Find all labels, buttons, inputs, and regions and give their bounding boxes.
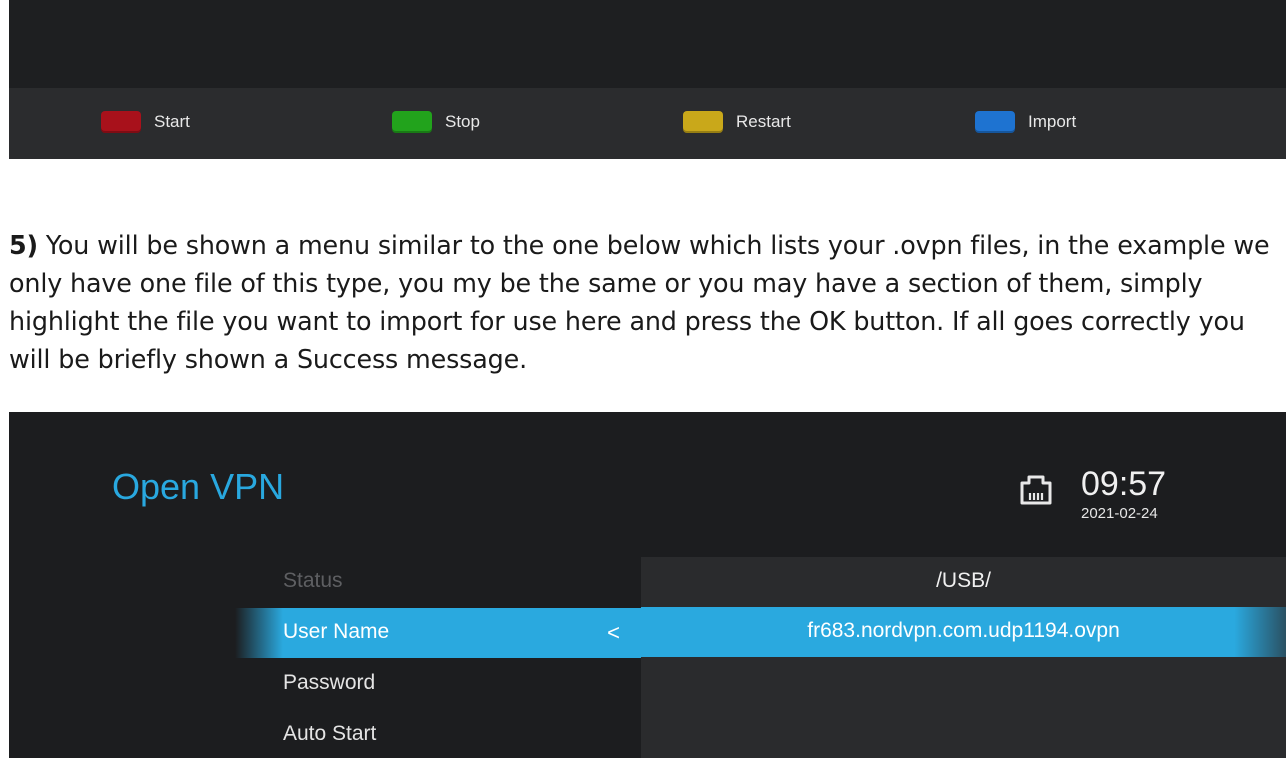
restart-button-label: Restart (736, 112, 791, 131)
start-button-label: Start (154, 112, 190, 131)
menu-item-label: Password (283, 671, 376, 694)
file-name: fr683.nordvpn.com.udp1194.ovpn (807, 619, 1120, 642)
yellow-button-icon (683, 111, 723, 133)
import-button[interactable]: Import (975, 109, 1076, 135)
file-list-item[interactable]: fr683.nordvpn.com.udp1194.ovpn (641, 607, 1286, 657)
start-button[interactable]: Start (101, 109, 190, 135)
file-browser-panel: /USB/ fr683.nordvpn.com.udp1194.ovpn (641, 557, 1286, 758)
stop-button-label: Stop (445, 112, 480, 131)
instruction-paragraph: 5) You will be shown a menu similar to t… (9, 226, 1284, 378)
menu-item-label: Status (283, 569, 343, 592)
vpn-screenshot: Open VPN 09:57 2021-02-24 Status User Na… (9, 412, 1286, 758)
menu-item-label: Auto Start (283, 722, 377, 745)
file-path-header: /USB/ (936, 569, 991, 592)
page-title: Open VPN (112, 466, 285, 507)
step-number: 5) (9, 230, 38, 260)
import-button-label: Import (1028, 112, 1077, 131)
clock-time: 09:57 (1081, 465, 1167, 503)
menu-item-label: User Name (283, 620, 390, 643)
menu-item-user-name[interactable]: User Name < (235, 608, 642, 658)
red-button-icon (101, 111, 141, 133)
top-screenshot: Start Stop Restart Import (9, 0, 1286, 159)
menu-item-status[interactable]: Status (235, 557, 642, 607)
ethernet-icon (1020, 475, 1052, 505)
stop-button[interactable]: Stop (392, 109, 480, 135)
menu-item-password[interactable]: Password (235, 659, 642, 709)
color-button-bar: Start Stop Restart Import (9, 88, 1286, 159)
blue-button-icon (975, 111, 1015, 133)
restart-button[interactable]: Restart (683, 109, 791, 135)
clock-date: 2021-02-24 (1081, 505, 1158, 522)
green-button-icon (392, 111, 432, 133)
chevron-left-icon: < (607, 620, 620, 645)
instruction-text: You will be shown a menu similar to the … (9, 230, 1270, 374)
menu-item-auto-start[interactable]: Auto Start (235, 710, 642, 758)
